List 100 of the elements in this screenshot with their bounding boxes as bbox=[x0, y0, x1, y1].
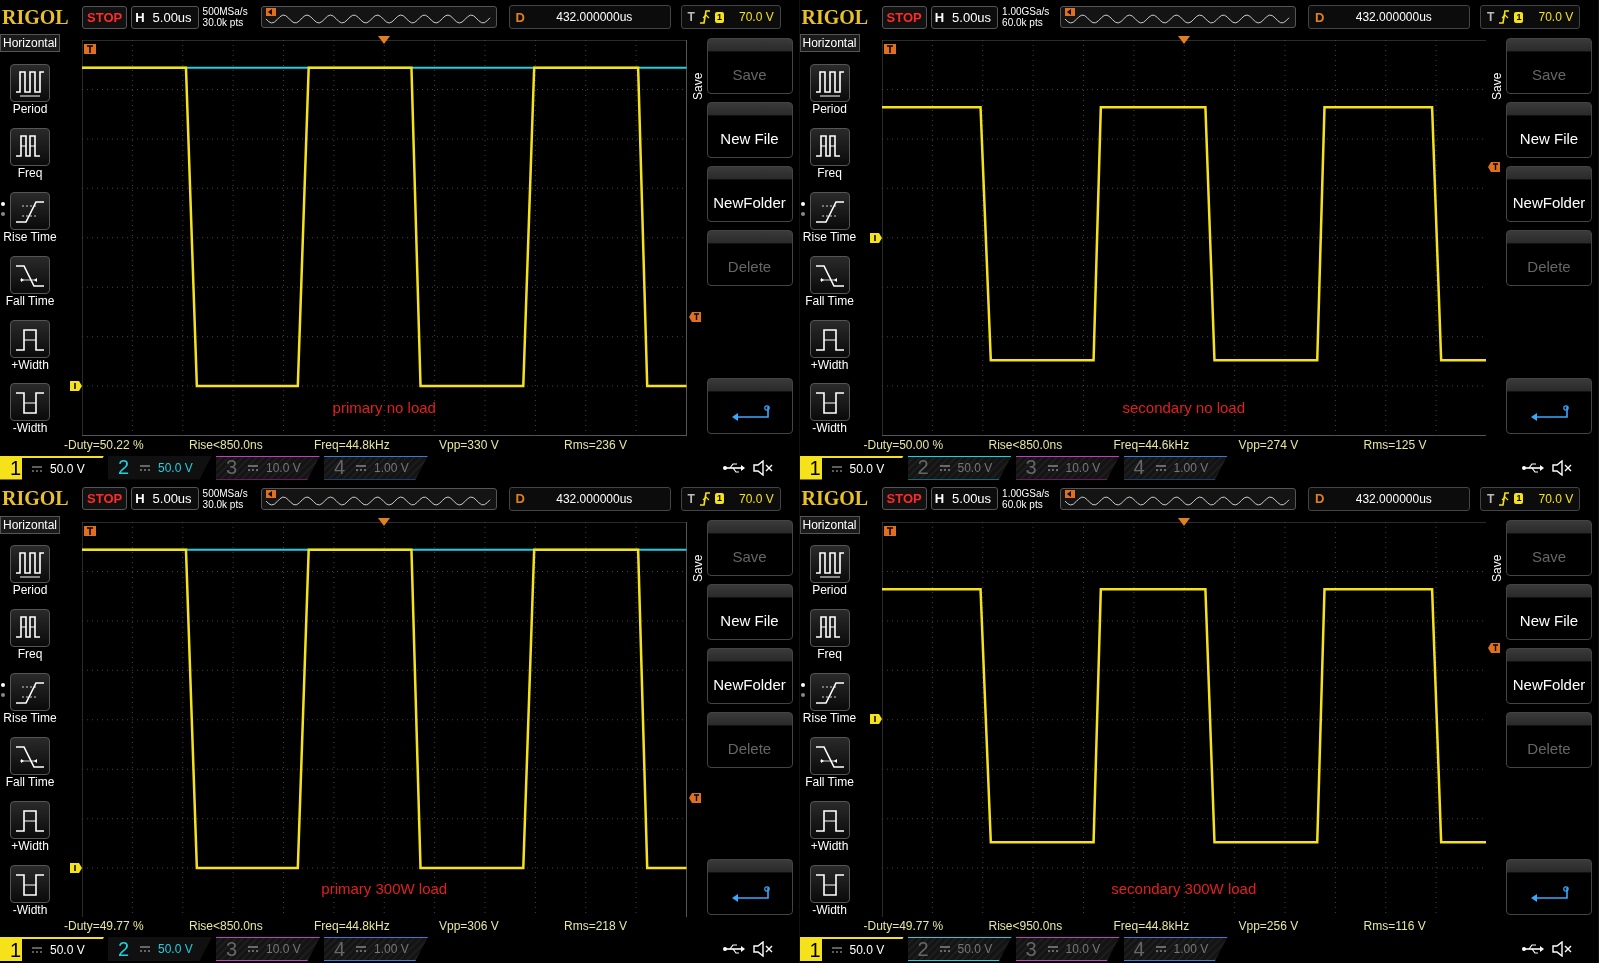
measure-menu-item[interactable]: Period bbox=[799, 545, 860, 598]
brand-logo: RIGOL bbox=[2, 5, 70, 29]
trigger-source-badge: 1 bbox=[1514, 11, 1524, 23]
run-state-badge[interactable]: STOP bbox=[881, 487, 927, 510]
save-menu-button[interactable]: New File bbox=[706, 583, 793, 640]
channel-tab[interactable]: 1 50.0 V bbox=[0, 455, 104, 480]
measure-menu-item[interactable]: +Width bbox=[799, 319, 860, 372]
timebase-box[interactable]: H 5.00us bbox=[930, 5, 999, 29]
measurement-readout: Freq=44.8kHz bbox=[1113, 919, 1191, 935]
trigger-label: T bbox=[687, 491, 695, 506]
channel-tab[interactable]: 4 1.00 V bbox=[324, 937, 428, 961]
timebase-box[interactable]: H 5.00us bbox=[131, 487, 199, 510]
timebase-label: H bbox=[934, 491, 945, 506]
save-menu-button[interactable]: NewFolder bbox=[706, 647, 793, 704]
channel-tab[interactable]: 3 10.0 V bbox=[1015, 937, 1120, 961]
save-menu-button[interactable]: New File bbox=[1506, 583, 1592, 640]
trigger-label: T bbox=[1487, 491, 1495, 506]
return-button[interactable] bbox=[1506, 859, 1592, 915]
measure-menu-item[interactable]: Period bbox=[0, 63, 60, 116]
channel-tab[interactable]: 4 1.00 V bbox=[1123, 455, 1228, 480]
run-state-badge[interactable]: STOP bbox=[82, 487, 128, 510]
measurement-readout: Rms=218 V bbox=[564, 919, 629, 935]
measure-menu-item[interactable]: +Width bbox=[799, 801, 860, 854]
timebase-box[interactable]: H 5.00us bbox=[930, 487, 999, 510]
save-menu-button[interactable]: NewFolder bbox=[1506, 647, 1592, 704]
menu-title: Save bbox=[1490, 71, 1504, 100]
trigger-box[interactable]: T 1 70.0 V bbox=[680, 5, 781, 29]
channel-marker-icon bbox=[70, 381, 82, 392]
measurement-readout: -Duty=49.77 % bbox=[863, 919, 945, 935]
measure-menu-item[interactable]: Freq bbox=[0, 127, 60, 180]
usb-icon bbox=[722, 943, 745, 955]
trigger-box[interactable]: T 1 70.0 V bbox=[1480, 5, 1581, 29]
measure-menu-item[interactable]: Fall Time bbox=[0, 255, 60, 308]
trigger-box[interactable]: T 1 70.0 V bbox=[1480, 486, 1581, 511]
measure-menu-item[interactable]: Rise Time bbox=[0, 191, 60, 244]
channel-tab[interactable]: 1 50.0 V bbox=[0, 937, 104, 961]
trigger-box[interactable]: T 1 70.0 V bbox=[680, 486, 781, 511]
channel-tab[interactable]: 2 50.0 V bbox=[907, 937, 1012, 961]
delay-label: D bbox=[1315, 9, 1325, 25]
measure-menu-item[interactable]: -Width bbox=[799, 383, 860, 436]
measure-menu-item[interactable]: +Width bbox=[0, 319, 60, 372]
trigger-source-badge: 1 bbox=[714, 493, 724, 504]
measure-menu-item[interactable]: Period bbox=[799, 63, 860, 116]
return-arrow-icon bbox=[1529, 404, 1569, 423]
usb-icon bbox=[722, 461, 745, 474]
measurement-readout: Freq=44.8kHz bbox=[314, 919, 391, 935]
trigger-source-badge: 1 bbox=[1514, 493, 1524, 504]
channel-tab[interactable]: 2 50.0 V bbox=[108, 455, 212, 480]
channel-tab[interactable]: 3 10.0 V bbox=[216, 937, 320, 961]
channel-tab[interactable]: 1 50.0 V bbox=[799, 937, 904, 961]
measure-menu-item[interactable]: Period bbox=[0, 545, 60, 598]
measure-menu-item[interactable]: -Width bbox=[0, 864, 60, 917]
dc-coupling-icon bbox=[939, 946, 950, 952]
measure-menu-item[interactable]: +Width bbox=[0, 801, 60, 854]
position-marker-icon bbox=[265, 8, 276, 16]
measure-menu-item[interactable]: Rise Time bbox=[799, 191, 860, 244]
delay-box[interactable]: D 432.000000us bbox=[508, 5, 671, 29]
delay-value: 432.000000us bbox=[1354, 491, 1433, 506]
channel-tab[interactable]: 4 1.00 V bbox=[1123, 937, 1228, 961]
return-button[interactable] bbox=[706, 859, 793, 915]
save-menu-button[interactable]: New File bbox=[1506, 102, 1592, 158]
save-menu-button[interactable]: New File bbox=[706, 102, 793, 158]
return-button[interactable] bbox=[706, 377, 793, 434]
menu-title: Save bbox=[1490, 553, 1504, 582]
save-menu-button[interactable]: NewFolder bbox=[1506, 166, 1592, 222]
measure-menu-item[interactable]: Freq bbox=[799, 609, 860, 662]
measure-menu-item[interactable]: Rise Time bbox=[0, 673, 60, 726]
save-menu-button[interactable]: NewFolder bbox=[706, 166, 793, 222]
rising-edge-icon bbox=[699, 491, 710, 506]
channel-tab[interactable]: 1 50.0 V bbox=[799, 455, 904, 480]
measure-menu-item[interactable]: -Width bbox=[799, 864, 860, 917]
measurement-readout: Rms=236 V bbox=[564, 437, 629, 454]
measure-menu-item[interactable]: Fall Time bbox=[0, 737, 60, 790]
delay-box[interactable]: D 432.000000us bbox=[1308, 486, 1471, 511]
channel-tab[interactable]: 3 10.0 V bbox=[216, 455, 320, 480]
trigger-position-icon bbox=[883, 525, 896, 536]
channel-tab[interactable]: 3 10.0 V bbox=[1015, 455, 1120, 480]
delay-box[interactable]: D 432.000000us bbox=[508, 486, 671, 511]
channel-tab[interactable]: 2 50.0 V bbox=[108, 937, 212, 961]
measure-menu-item[interactable]: Rise Time bbox=[799, 673, 860, 726]
timebase-box[interactable]: H 5.00us bbox=[131, 5, 199, 29]
dc-coupling-icon bbox=[356, 464, 366, 471]
measure-menu-item[interactable]: Freq bbox=[0, 609, 60, 662]
measure-menu-item[interactable]: Fall Time bbox=[799, 255, 860, 308]
measure-menu-item[interactable]: Fall Time bbox=[799, 737, 860, 790]
delay-box[interactable]: D 432.000000us bbox=[1308, 5, 1471, 29]
run-state-badge[interactable]: STOP bbox=[881, 5, 927, 29]
delay-value: 432.000000us bbox=[555, 491, 634, 506]
measure-menu-item[interactable]: Freq bbox=[799, 127, 860, 180]
channel-marker-icon bbox=[869, 714, 882, 725]
measurement-readout: Rise<850.0ns bbox=[189, 437, 264, 454]
return-button[interactable] bbox=[1506, 377, 1592, 434]
mute-speaker-icon bbox=[752, 459, 773, 476]
channel-tab[interactable]: 2 50.0 V bbox=[907, 455, 1012, 480]
timebase-label: H bbox=[135, 491, 145, 506]
timebase-label: H bbox=[934, 9, 945, 25]
measure-menu-item[interactable]: -Width bbox=[0, 383, 60, 436]
rising-edge-icon bbox=[1499, 491, 1510, 506]
channel-tab[interactable]: 4 1.00 V bbox=[324, 455, 428, 480]
run-state-badge[interactable]: STOP bbox=[82, 5, 128, 29]
